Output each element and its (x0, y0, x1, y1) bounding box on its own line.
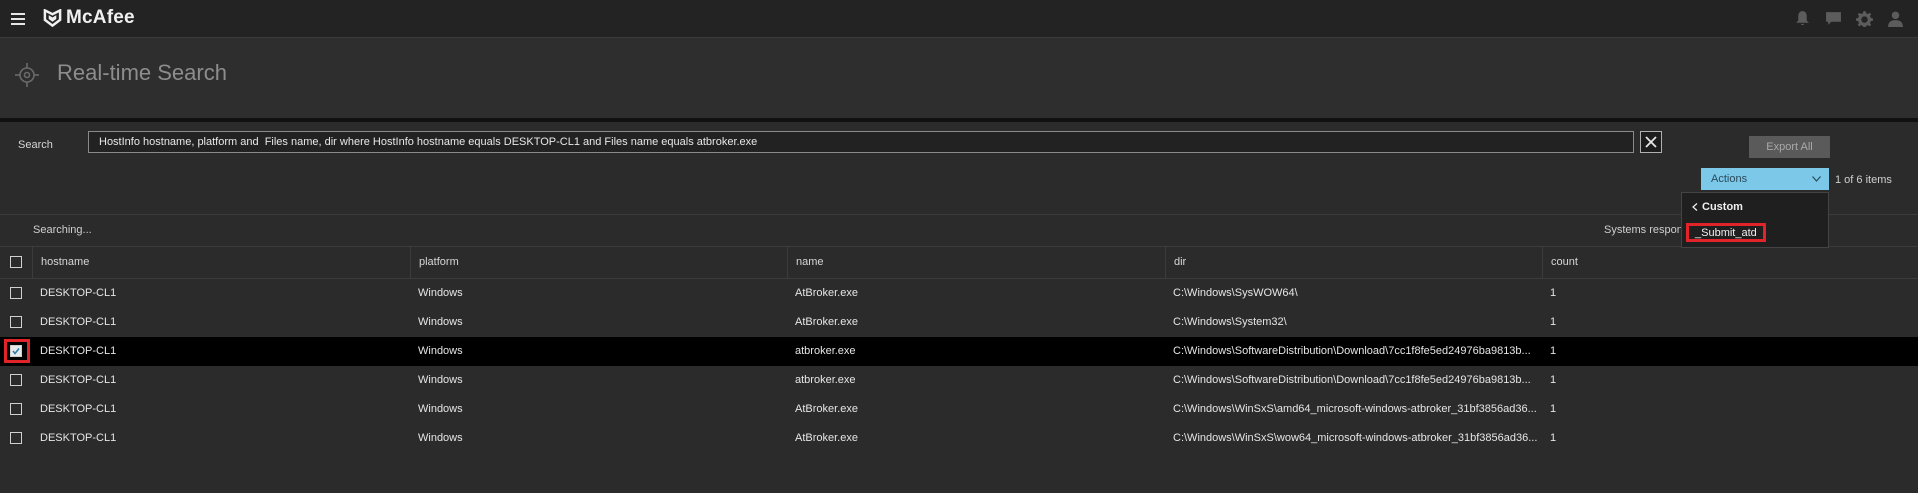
cell-count: 1 (1550, 432, 1557, 444)
cell-dir: C:\Windows\System32\ (1173, 316, 1287, 328)
cell-dir: C:\Windows\SoftwareDistribution\Download… (1173, 374, 1531, 386)
cell-hostname: DESKTOP-CL1 (40, 345, 117, 357)
chat-icon[interactable] (1825, 10, 1842, 27)
row-checkbox[interactable] (10, 287, 22, 299)
cell-hostname: DESKTOP-CL1 (40, 374, 117, 386)
cell-name: AtBroker.exe (795, 432, 858, 444)
results-table: hostname platform name dir count DESKTOP… (0, 247, 1918, 453)
cell-name: AtBroker.exe (795, 287, 858, 299)
row-select-cell (0, 279, 32, 308)
row-select-cell (0, 366, 32, 395)
gear-icon[interactable] (1856, 10, 1873, 27)
cell-dir: C:\Windows\SoftwareDistribution\Download… (1173, 345, 1531, 357)
cell-count: 1 (1550, 345, 1557, 357)
cell-name: AtBroker.exe (795, 316, 858, 328)
search-panel: Search Export All Actions 1 of 6 items (0, 122, 1918, 215)
cell-platform: Windows (418, 316, 463, 328)
table-row[interactable]: DESKTOP-CL1 Windows atbroker.exe C:\Wind… (0, 366, 1918, 395)
status-row: Searching... Systems respon (0, 215, 1918, 247)
crosshair-icon (15, 63, 39, 87)
table-header: hostname platform name dir count (0, 247, 1918, 279)
cell-hostname: DESKTOP-CL1 (40, 432, 117, 444)
user-icon[interactable] (1887, 10, 1904, 27)
row-checkbox[interactable] (10, 374, 22, 386)
cell-name: atbroker.exe (795, 374, 856, 386)
actions-dropdown[interactable]: Actions (1701, 168, 1829, 190)
column-header-count[interactable]: count (1542, 247, 1918, 278)
cell-count: 1 (1550, 403, 1557, 415)
clear-search-button[interactable] (1640, 131, 1662, 153)
row-checkbox[interactable] (10, 432, 22, 444)
mcafee-logo: McAfee (43, 7, 135, 29)
cell-count: 1 (1550, 287, 1557, 299)
column-header-name[interactable]: name (787, 247, 1165, 278)
select-all-cell (0, 247, 32, 278)
shield-logo-icon (43, 9, 62, 27)
table-row[interactable]: DESKTOP-CL1 Windows AtBroker.exe C:\Wind… (0, 395, 1918, 424)
export-all-button[interactable]: Export All (1749, 136, 1830, 158)
cell-hostname: DESKTOP-CL1 (40, 403, 117, 415)
chevron-left-icon (1692, 203, 1698, 211)
row-select-cell (0, 308, 32, 337)
menu-back-label: Custom (1702, 201, 1743, 213)
cell-dir: C:\Windows\WinSxS\wow64_microsoft-window… (1173, 432, 1538, 444)
cell-dir: C:\Windows\SysWOW64\ (1173, 287, 1298, 299)
cell-platform: Windows (418, 432, 463, 444)
menu-back-custom[interactable]: Custom (1692, 201, 1743, 213)
top-icons (1794, 10, 1904, 27)
actions-menu: Custom _Submit_atd (1681, 192, 1829, 248)
column-header-platform[interactable]: platform (410, 247, 787, 278)
cell-count: 1 (1550, 374, 1557, 386)
row-checkbox[interactable] (10, 316, 22, 328)
column-header-hostname[interactable]: hostname (32, 247, 410, 278)
systems-responded-label: Systems respon (1604, 224, 1682, 236)
table-row[interactable]: DESKTOP-CL1 Windows AtBroker.exe C:\Wind… (0, 279, 1918, 308)
cell-count: 1 (1550, 316, 1557, 328)
cell-name: atbroker.exe (795, 345, 856, 357)
cell-platform: Windows (418, 374, 463, 386)
searching-status: Searching... (33, 224, 92, 236)
cell-platform: Windows (418, 345, 463, 357)
row-select-cell (0, 395, 32, 424)
table-row[interactable]: DESKTOP-CL1 Windows AtBroker.exe C:\Wind… (0, 308, 1918, 337)
items-count: 1 of 6 items (1835, 174, 1892, 186)
cell-hostname: DESKTOP-CL1 (40, 287, 117, 299)
page-header: Real-time Search (0, 38, 1918, 118)
top-navbar: McAfee (0, 0, 1918, 38)
hamburger-menu-icon[interactable] (11, 13, 25, 25)
table-row[interactable]: DESKTOP-CL1 Windows AtBroker.exe C:\Wind… (0, 424, 1918, 453)
checkbox-highlight-box (4, 339, 30, 363)
bell-icon[interactable] (1794, 10, 1811, 27)
chevron-down-icon (1812, 176, 1821, 182)
brand-name: McAfee (66, 7, 135, 28)
select-all-checkbox[interactable] (10, 256, 22, 268)
row-select-cell (0, 424, 32, 453)
cell-name: AtBroker.exe (795, 403, 858, 415)
row-checkbox[interactable] (10, 403, 22, 415)
search-query-input[interactable] (88, 131, 1634, 153)
row-select-cell (0, 337, 32, 366)
close-icon (1645, 136, 1657, 148)
table-row-selected[interactable]: DESKTOP-CL1 Windows atbroker.exe C:\Wind… (0, 337, 1918, 366)
cell-platform: Windows (418, 287, 463, 299)
cell-dir: C:\Windows\WinSxS\amd64_microsoft-window… (1173, 403, 1537, 415)
actions-dropdown-label: Actions (1711, 173, 1748, 185)
column-header-dir[interactable]: dir (1165, 247, 1542, 278)
page-title: Real-time Search (57, 60, 227, 85)
cell-hostname: DESKTOP-CL1 (40, 316, 117, 328)
menu-item-submit-atd[interactable]: _Submit_atd (1686, 223, 1766, 242)
cell-platform: Windows (418, 403, 463, 415)
search-label: Search (18, 139, 53, 151)
